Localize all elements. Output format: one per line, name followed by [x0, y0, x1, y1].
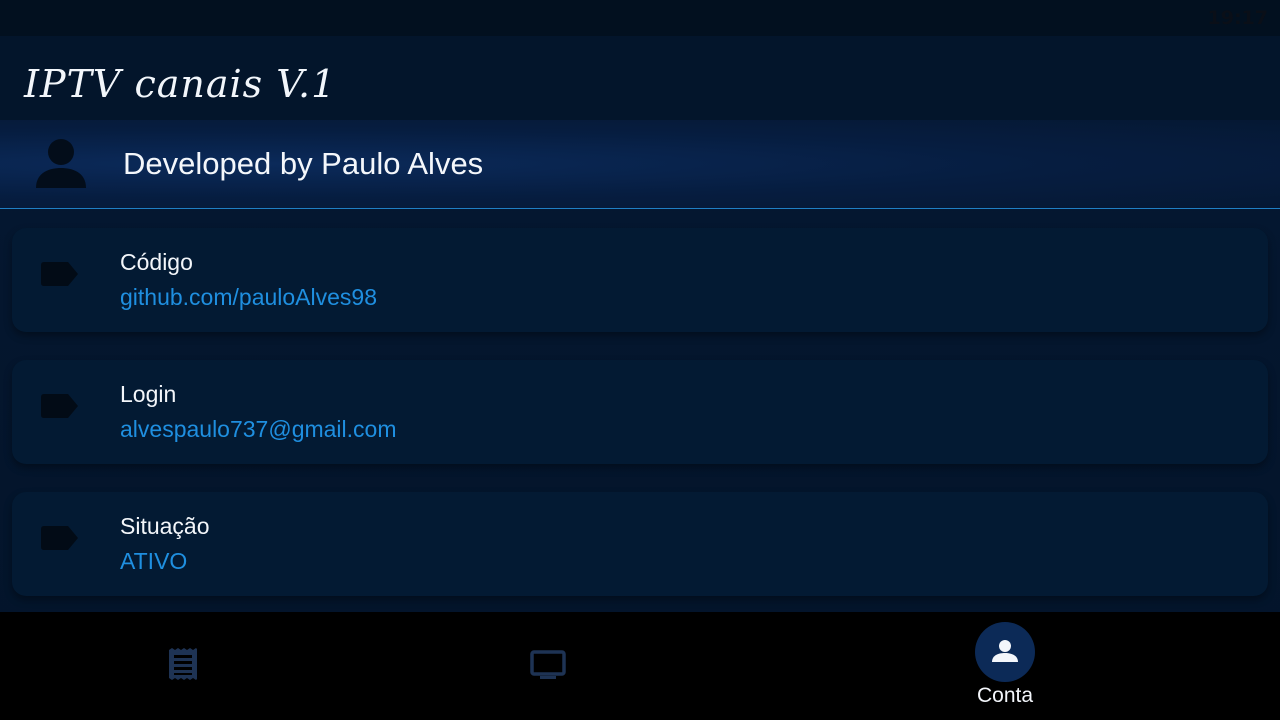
info-card-situacao[interactable]: Situação ATIVO: [12, 492, 1268, 596]
email-link[interactable]: alvespaulo737@gmail.com: [120, 415, 397, 443]
github-link[interactable]: github.com/pauloAlves98: [120, 283, 377, 311]
tv-icon: [518, 634, 578, 694]
nav-item-list[interactable]: [0, 612, 426, 720]
developer-credit: Developed by Paulo Alves: [123, 146, 484, 181]
info-card-login[interactable]: Login alvespaulo737@gmail.com: [12, 360, 1268, 464]
status-time: 19:17: [1207, 7, 1268, 29]
nav-label-conta: Conta: [976, 684, 1034, 707]
receipt-list-icon: [153, 634, 213, 694]
info-card-codigo[interactable]: Código github.com/pauloAlves98: [12, 228, 1268, 332]
label-icon: [40, 260, 80, 288]
status-bar: 19:17: [0, 0, 1280, 36]
card-label: Login: [120, 381, 177, 407]
card-label: Situação: [120, 513, 210, 539]
nav-item-conta[interactable]: Conta: [852, 612, 1278, 720]
label-icon: [40, 392, 80, 420]
status-value: ATIVO: [120, 548, 188, 574]
card-label: Código: [120, 249, 193, 275]
person-icon: [34, 136, 88, 190]
app-title: IPTV canais V.1: [24, 62, 337, 106]
app-screen: 19:17 IPTV canais V.1 Developed by Paulo…: [0, 0, 1280, 720]
person-icon: [975, 622, 1035, 682]
label-icon: [40, 524, 80, 552]
nav-item-tv[interactable]: [426, 612, 852, 720]
